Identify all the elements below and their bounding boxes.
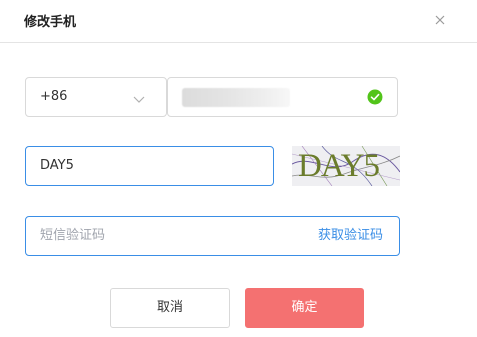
- dialog-header: 修改手机: [0, 0, 477, 43]
- captcha-input[interactable]: DAY5: [25, 146, 274, 186]
- get-code-link[interactable]: 获取验证码: [318, 217, 383, 255]
- captcha-value: DAY5: [40, 158, 74, 173]
- country-code-value: +86: [40, 89, 68, 104]
- chevron-down-icon: [132, 91, 146, 105]
- phone-input[interactable]: [167, 77, 398, 117]
- change-phone-dialog: 修改手机 +86 DAY5 DAY5 短信验证码 获取验证码 取消 确定: [0, 0, 477, 337]
- close-icon[interactable]: [432, 12, 448, 28]
- sms-code-placeholder: 短信验证码: [40, 228, 106, 243]
- sms-code-input[interactable]: 短信验证码 获取验证码: [25, 216, 400, 256]
- captcha-image-text: DAY5: [298, 148, 380, 184]
- country-code-select[interactable]: +86: [25, 77, 167, 117]
- confirm-button[interactable]: 确定: [245, 288, 364, 328]
- check-circle-icon: [367, 89, 383, 105]
- captcha-image[interactable]: DAY5: [292, 146, 400, 186]
- cancel-button[interactable]: 取消: [110, 288, 230, 328]
- phone-blurred-value: [182, 88, 290, 107]
- dialog-title: 修改手机: [24, 15, 77, 30]
